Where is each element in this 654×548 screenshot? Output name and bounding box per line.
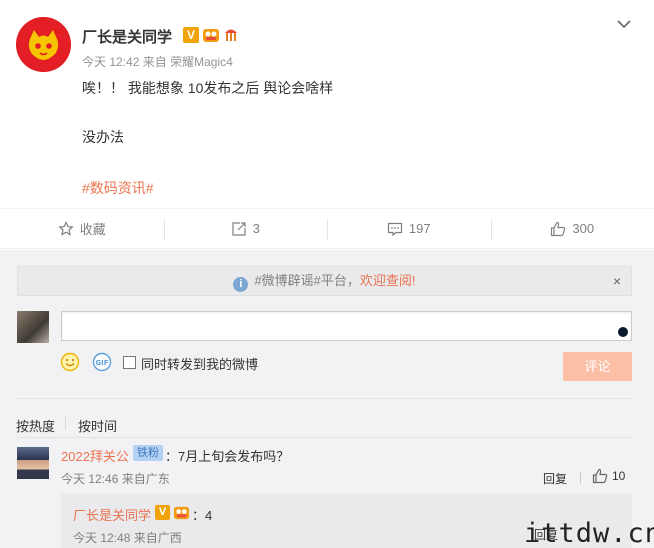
topic-link[interactable]: #数码资讯# [82, 178, 154, 198]
emoji-icon[interactable] [60, 352, 80, 372]
post-meta: 今天 12:42 来自 荣耀Magic4 [82, 53, 233, 70]
reply-time: 今天 12:48 [73, 531, 131, 545]
comment-time: 今天 12:46 [61, 472, 119, 486]
sort-by-time[interactable]: 按时间 [78, 416, 117, 435]
thumbs-up-icon [551, 221, 566, 236]
comment-source: 来自广东 [121, 472, 170, 486]
reply-meta: 今天 12:48 来自广西 [73, 529, 182, 546]
post-text-line2: 没办法 [82, 129, 124, 145]
fan-level-icon [203, 29, 219, 42]
repost-checkbox[interactable] [123, 356, 136, 369]
source-prefix: 来自 [142, 55, 167, 69]
comment-like-count: 10 [612, 469, 626, 483]
commenter-name[interactable]: 2022拜关公 [61, 446, 129, 465]
svg-text:GIF: GIF [95, 359, 108, 367]
favorite-label: 收藏 [79, 222, 106, 237]
post-time: 今天 12:42 [82, 55, 140, 69]
author-avatar[interactable] [16, 17, 71, 72]
submit-comment-button[interactable]: 评论 [563, 352, 632, 381]
site-watermark: ittdw.cn [524, 518, 654, 548]
repost-icon [232, 221, 246, 236]
comment-icon [387, 222, 402, 236]
commenter-avatar[interactable] [17, 447, 49, 479]
notice-link[interactable]: 欢迎查阅! [360, 273, 416, 288]
reply-source: 来自广西 [133, 531, 182, 545]
post-source[interactable]: 荣耀Magic4 [170, 55, 233, 69]
fan-badge: 铁粉 [133, 445, 163, 461]
thumbs-up-icon [592, 468, 608, 484]
favorite-button[interactable]: 收藏 [0, 209, 164, 248]
comment-like-button[interactable]: 10 [592, 468, 625, 484]
input-cursor-dot [618, 327, 628, 337]
comment-count: 197 [408, 221, 431, 236]
comment-meta: 今天 12:46 来自广东 [61, 470, 170, 487]
comment-section: i #微博辟谣#平台，欢迎查阅! × GIF 同时转发到我的微博 评论 按热度 按… [0, 250, 654, 548]
lantern-icon [225, 29, 237, 41]
close-icon[interactable]: × [613, 267, 621, 295]
my-avatar[interactable] [17, 311, 49, 343]
post-action-bar: 收藏 3 197 300 [0, 208, 654, 249]
sort-separator [65, 417, 66, 430]
notice-text: #微博辟谣#平台， [254, 273, 360, 288]
divider [17, 398, 632, 399]
chevron-down-icon[interactable] [615, 15, 633, 33]
comment-reply-button[interactable]: 回复 [543, 470, 567, 487]
fan-level-icon [173, 506, 190, 520]
sort-by-hot[interactable]: 按热度 [16, 416, 55, 435]
author-name[interactable]: 厂长是关同学 [82, 26, 172, 47]
repost-button[interactable]: 3 [163, 209, 328, 248]
repost-checkbox-label[interactable]: 同时转发到我的微博 [141, 354, 258, 373]
comment-button[interactable]: 197 [327, 209, 491, 248]
reply-text: ：4 [192, 508, 213, 523]
comment-text: ：7月上旬会发布吗？ [165, 449, 290, 464]
like-button[interactable]: 300 [490, 209, 654, 248]
like-count: 300 [572, 221, 595, 236]
gif-icon[interactable]: GIF [92, 352, 112, 372]
repost-count: 3 [252, 221, 260, 236]
verified-badge: V [183, 27, 199, 43]
comment-action-separator [580, 472, 581, 484]
star-icon [58, 220, 74, 236]
divider [17, 437, 632, 438]
rumor-notice: i #微博辟谣#平台，欢迎查阅! × [17, 266, 632, 296]
weibo-post: 厂长是关同学 V 今天 12:42 来自 荣耀Magic4 唉！！ 我能想象 1… [0, 0, 654, 207]
comment-input[interactable] [61, 311, 632, 341]
post-text-line1: 唉！！ 我能想象 10发布之后 舆论会啥样 [82, 80, 334, 96]
verified-badge: V [155, 505, 170, 520]
info-icon: i [233, 277, 249, 292]
reply-author-name[interactable]: 厂长是关同学 [73, 505, 151, 524]
